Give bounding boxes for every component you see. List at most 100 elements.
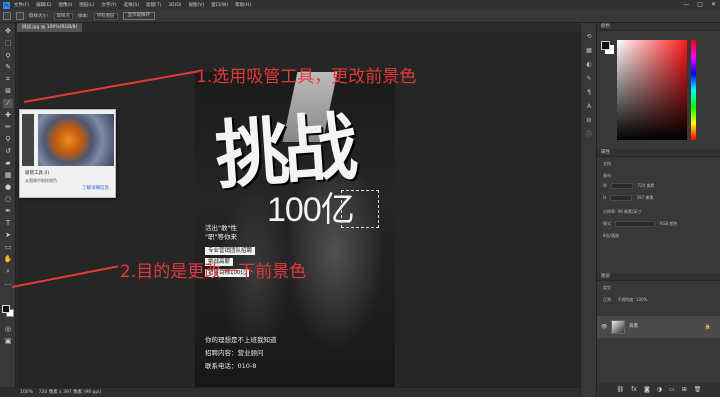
new-layer-icon[interactable]: ⊞ xyxy=(682,383,687,397)
close-button[interactable]: ✕ xyxy=(711,1,716,8)
color-panel-tab[interactable]: 颜色 xyxy=(597,23,720,31)
pen-tool-icon[interactable]: ✒ xyxy=(3,207,13,216)
eyedropper-tool-icon[interactable]: ⁄ xyxy=(3,99,13,108)
annotation-step-1: 1.选用吸管工具，更改前景色 xyxy=(196,67,417,87)
menu-edit[interactable]: 编辑(E) xyxy=(36,2,51,8)
foreground-color-swatch[interactable] xyxy=(2,305,10,313)
menu-filter[interactable]: 滤镜(T) xyxy=(146,2,161,8)
zoom-level[interactable]: 100% xyxy=(20,390,33,395)
show-sampling-ring-button[interactable]: 显示取样环 xyxy=(122,12,156,20)
eyedropper-preset-icon[interactable] xyxy=(16,12,24,20)
sample-select[interactable]: 所有图层 xyxy=(93,12,118,20)
move-tool-icon[interactable]: ✥ xyxy=(3,27,13,36)
marquee-tool-icon[interactable]: ⬚ xyxy=(3,39,13,48)
blend-mode-select[interactable]: 正常 xyxy=(603,297,611,302)
hue-slider[interactable] xyxy=(691,40,696,140)
height-row: H 397 像素 xyxy=(603,195,653,201)
panel-icon-strip: ⟲ ▦ ◐ ✎ ¶ A ⚙ ⓘ xyxy=(580,23,596,397)
width-value: 720 像素 xyxy=(637,183,655,188)
frame-tool-icon[interactable]: ⊠ xyxy=(3,87,13,96)
menu-file[interactable]: 文件(F) xyxy=(14,2,29,8)
zoom-tool-icon[interactable]: ⌕ xyxy=(3,267,13,276)
lock-icon: 🔒 xyxy=(704,324,711,330)
menu-help[interactable]: 帮助(H) xyxy=(235,2,251,8)
screen-mode-icon[interactable]: ▣ xyxy=(3,337,13,346)
group-icon[interactable]: ▭ xyxy=(669,383,675,397)
tooltip-title: 吸管工具 (I) xyxy=(25,171,50,176)
fx-icon[interactable]: fx xyxy=(631,383,637,397)
eraser-tool-icon[interactable]: ▰ xyxy=(3,159,13,168)
info-panel-icon[interactable]: ⓘ xyxy=(584,131,594,139)
layer-blend-row: 正常 不透明度: 100% xyxy=(603,297,647,303)
menu-select[interactable]: 选择(S) xyxy=(124,2,139,8)
clone-stamp-tool-icon[interactable]: ⚲ xyxy=(3,135,13,144)
dodge-tool-icon[interactable]: ○ xyxy=(3,195,13,204)
menu-image[interactable]: 图像(I) xyxy=(58,2,72,8)
brush-panel-icon[interactable]: ✎ xyxy=(584,75,594,83)
panel-foreground-swatch[interactable] xyxy=(601,41,610,50)
opacity-field[interactable]: 不透明度: 100% xyxy=(617,297,647,302)
tooltip-learn-more-link[interactable]: 了解详细信息 xyxy=(82,185,109,191)
menu-type[interactable]: 文字(Y) xyxy=(101,2,116,8)
brush-tool-icon[interactable]: ✏ xyxy=(3,123,13,132)
mask-icon[interactable]: ◙ xyxy=(644,383,650,397)
menu-3d[interactable]: 3D(D) xyxy=(168,3,181,8)
layer-kind-filter[interactable]: 类型 xyxy=(603,285,611,291)
height-field[interactable] xyxy=(610,195,633,201)
tool-presets-icon[interactable]: ⚙ xyxy=(584,117,594,125)
gradient-tool-icon[interactable]: ▦ xyxy=(3,171,13,180)
character-panel-icon[interactable]: A xyxy=(584,103,594,111)
photoshop-logo-icon: Ps xyxy=(3,1,10,9)
rectangle-tool-icon[interactable]: ▭ xyxy=(3,243,13,252)
type-tool-icon[interactable]: T xyxy=(3,219,13,228)
quick-select-tool-icon[interactable]: ✎ xyxy=(3,63,13,72)
minimize-button[interactable]: — xyxy=(683,1,689,8)
depth-value[interactable]: 8位/通道 xyxy=(603,233,619,239)
layer-row-background[interactable]: 👁 背景 🔒 xyxy=(597,316,720,338)
menu-window[interactable]: 窗口(W) xyxy=(211,2,228,8)
quick-mask-icon[interactable]: ◎ xyxy=(3,325,13,334)
paragraph-panel-icon[interactable]: ¶ xyxy=(584,89,594,97)
right-panels: 颜色 属性 文档 画布 W 720 像素 H 397 像素 分辨率: 96 像素… xyxy=(596,23,720,397)
mode-select[interactable] xyxy=(615,221,656,227)
history-brush-tool-icon[interactable]: ↺ xyxy=(3,147,13,156)
menu-view[interactable]: 视图(V) xyxy=(189,2,205,8)
resolution-label: 分辨率: 96 像素/英寸 xyxy=(603,209,642,214)
canvas-section-label: 画布 xyxy=(603,173,611,178)
lasso-tool-icon[interactable]: ϙ xyxy=(3,51,13,60)
eyedropper-tooltip: 吸管工具 (I) 从图像中取样颜色 了解详细信息 xyxy=(19,109,116,198)
blur-tool-icon[interactable]: ● xyxy=(3,183,13,192)
height-label: H xyxy=(603,195,607,200)
trash-icon[interactable]: 🗑 xyxy=(694,383,702,397)
hand-tool-icon[interactable]: ✋ xyxy=(3,255,13,264)
width-field[interactable] xyxy=(611,183,634,189)
healing-brush-tool-icon[interactable]: ✚ xyxy=(3,111,13,120)
maximize-button[interactable]: □ xyxy=(697,1,703,8)
options-bar: 取样大小: 取样点 样本: 所有图层 显示取样环 xyxy=(0,10,720,23)
properties-panel-tab[interactable]: 属性 xyxy=(597,149,720,157)
link-layers-icon[interactable]: ⛓ xyxy=(617,383,625,397)
adjustment-layer-icon[interactable]: ◑ xyxy=(657,383,662,397)
adjustments-panel-icon[interactable]: ◐ xyxy=(584,61,594,69)
status-bar: 100% 720 像素 x 397 像素 (96 ppi) xyxy=(17,387,580,397)
visibility-eye-icon[interactable]: 👁 xyxy=(601,324,607,330)
sample-label: 样本: xyxy=(78,14,89,19)
sample-size-label: 取样大小: xyxy=(29,14,49,19)
menu-bar: Ps 文件(F) 编辑(E) 图像(I) 图层(L) 文字(Y) 选择(S) 滤… xyxy=(0,0,720,10)
tooltip-flower-preview xyxy=(38,114,114,166)
swatches-panel-icon[interactable]: ▦ xyxy=(584,47,594,55)
color-field[interactable] xyxy=(617,40,687,140)
mode-value: RGB 颜色 xyxy=(659,221,678,226)
history-panel-icon[interactable]: ⟲ xyxy=(584,33,594,41)
menu-layer[interactable]: 图层(L) xyxy=(79,2,94,8)
document-tab[interactable]: 挑战.jpg @ 100%(RGB/8) xyxy=(17,23,83,32)
sample-size-select[interactable]: 取样点 xyxy=(53,12,74,20)
crop-tool-icon[interactable]: ⌗ xyxy=(3,75,13,84)
path-select-tool-icon[interactable]: ➤ xyxy=(3,231,13,240)
document-tab-bar: 挑战.jpg @ 100%(RGB/8) xyxy=(17,23,580,32)
layers-bottom-toolbar: ⛓ fx ◙ ◑ ▭ ⊞ 🗑 xyxy=(597,383,720,397)
layers-panel-tab[interactable]: 图层 xyxy=(597,273,720,281)
poster-image[interactable]: 挑战 100亿 活出"敢"性 "职"等你来 专业营销团队招聘 挑战高薪 销售目标… xyxy=(195,72,395,387)
poster-slogan: 活出"敢"性 "职"等你来 xyxy=(205,224,237,241)
home-icon[interactable] xyxy=(3,12,11,20)
